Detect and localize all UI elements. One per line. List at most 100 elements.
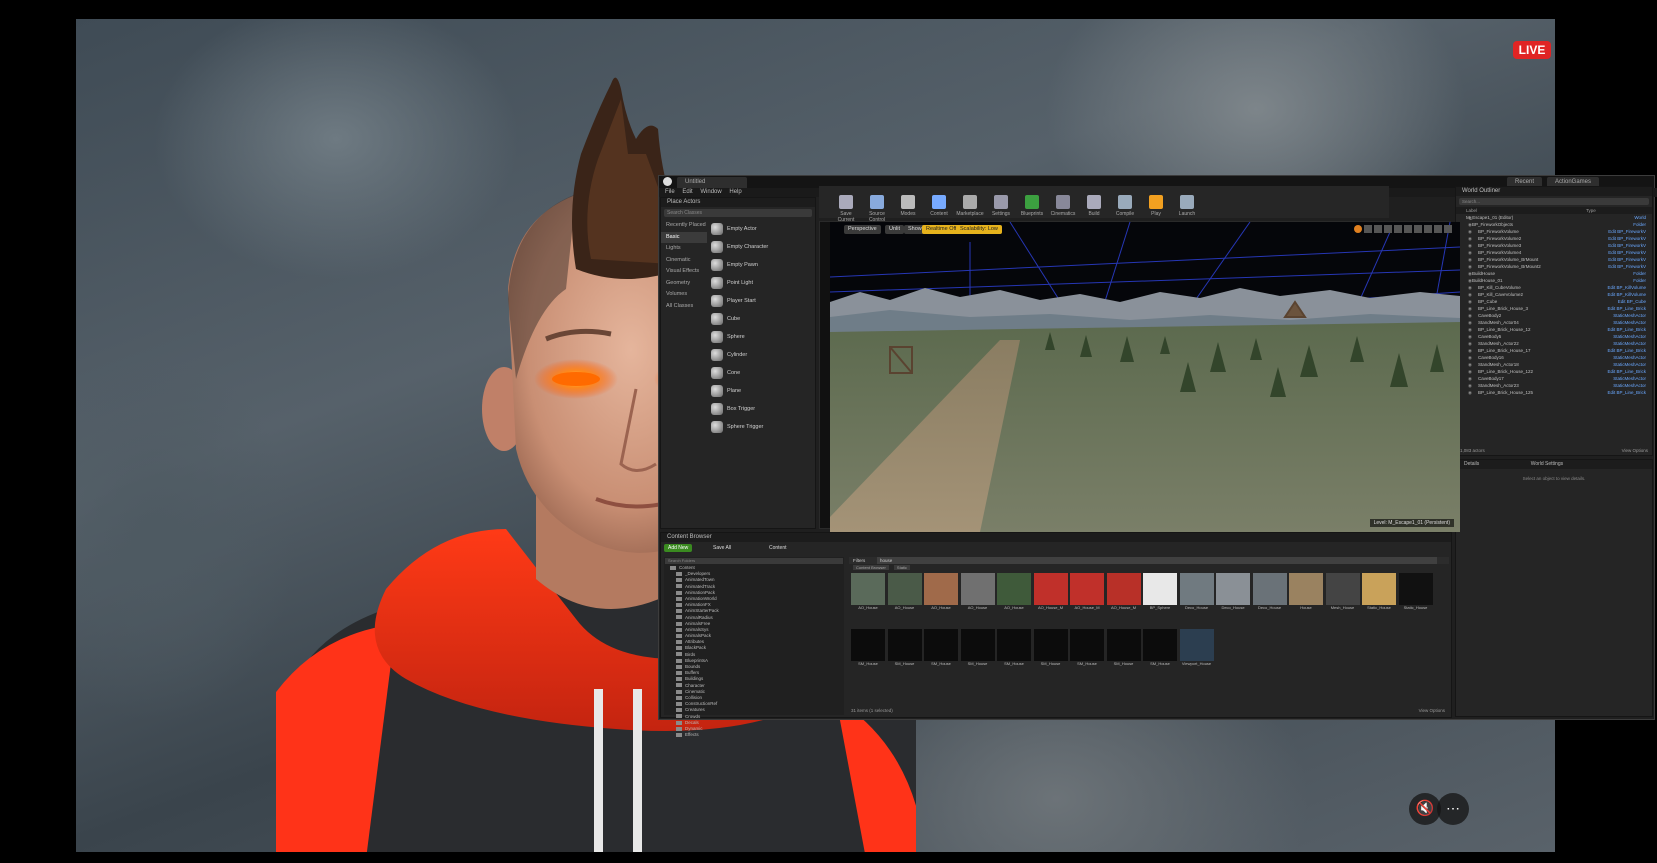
visibility-icon[interactable]: ◉ — [1468, 291, 1472, 298]
outliner-type[interactable]: StaticMeshActor — [1613, 333, 1646, 340]
outliner-row[interactable]: ◉ BP_Kill_CaveVolume2 Edit BP_KillVolume — [1466, 291, 1652, 298]
grid-snap-icon[interactable] — [1404, 225, 1412, 233]
actor-item[interactable]: Box Trigger — [709, 400, 815, 418]
menu-file[interactable]: File — [665, 188, 675, 197]
visibility-icon[interactable]: ◉ — [1468, 326, 1472, 333]
filter-chip[interactable]: Content Browser — [853, 565, 889, 570]
outliner-type[interactable]: Edit BP_Line_Brick — [1607, 305, 1646, 312]
level-tab[interactable]: Untitled — [677, 177, 747, 188]
outliner-type[interactable]: Edit BP_FireworkV — [1608, 263, 1646, 270]
asset-tile[interactable]: Mesh_House — [1325, 573, 1360, 621]
actor-item[interactable]: Empty Actor — [709, 220, 815, 238]
filter-chip[interactable]: Static — [893, 565, 910, 570]
visibility-icon[interactable]: ◉ — [1468, 242, 1472, 249]
actor-item[interactable]: Sphere — [709, 328, 815, 346]
outliner-row[interactable]: ◉ StandMesh_Actor18 StaticMeshActor — [1466, 361, 1652, 368]
toolbar-button[interactable]: Play — [1142, 195, 1170, 221]
outliner-row[interactable]: ◉ BP_Line_Brick_House_12 Edit BP_Line_Bric… — [1466, 326, 1652, 333]
category-cinematic[interactable]: Cinematic — [661, 255, 707, 267]
asset-tile[interactable]: AO_House — [887, 573, 922, 621]
visibility-icon[interactable]: ◉ — [1468, 249, 1472, 256]
outliner-row[interactable]: ◉ BP_FireworkVolume_BrMount Edit BP_Firewo… — [1466, 256, 1652, 263]
class-search-input[interactable]: Search Classes — [664, 209, 812, 217]
outliner-row[interactable]: ◉ StandMesh_Actor04 StaticMeshActor — [1466, 319, 1652, 326]
asset-tile[interactable]: SM_House — [1070, 629, 1104, 677]
actor-item[interactable]: Plane — [709, 382, 815, 400]
category-basic[interactable]: Basic — [661, 231, 707, 243]
outliner-row[interactable]: ◉ BP_FireworkVolume2 Edit BP_FireworkV — [1466, 235, 1652, 242]
tab-world-settings[interactable]: World Settings — [1481, 461, 1563, 467]
outliner-type[interactable]: Edit BP_Line_Brick — [1607, 326, 1646, 333]
visibility-icon[interactable]: ◉ — [1468, 382, 1472, 389]
scale-snap-icon[interactable] — [1424, 225, 1432, 233]
visibility-icon[interactable]: ◉ — [1468, 340, 1472, 347]
asset-tile[interactable]: AO_House — [997, 573, 1031, 621]
actor-item[interactable]: Sphere Trigger — [709, 418, 815, 436]
camera-speed-icon[interactable] — [1434, 225, 1442, 233]
outliner-row[interactable]: ◉ BP_Line_Brick_House_125 Edit BP_Line_Bri… — [1466, 389, 1652, 396]
outliner-row[interactable]: ◉ BP_FireworkVolume4 Edit BP_FireworkV — [1466, 249, 1652, 256]
outliner-row[interactable]: ◉ BP_FireworkVolume_BrMount2 Edit BP_Firew… — [1466, 263, 1652, 270]
path-breadcrumb[interactable]: Content — [769, 544, 787, 552]
rotate-icon[interactable] — [1374, 225, 1382, 233]
visibility-icon[interactable]: ◉ — [1468, 361, 1472, 368]
menu-edit[interactable]: Edit — [682, 188, 692, 197]
visibility-icon[interactable]: ◉ — [1468, 284, 1472, 291]
perspective-button[interactable]: Perspective — [844, 225, 881, 234]
outliner-type[interactable]: World — [1634, 214, 1646, 221]
outliner-row[interactable]: ◉ BP_FireworkVolume3 Edit BP_FireworkV — [1466, 242, 1652, 249]
outliner-row[interactable]: ◉ CaveBody5 StaticMeshActor — [1466, 333, 1652, 340]
outliner-type[interactable]: Edit BP_FireworkV — [1608, 249, 1646, 256]
outliner-type[interactable]: Folder — [1633, 277, 1646, 284]
outliner-row[interactable]: ◉ StandMesh_Actor23 StaticMeshActor — [1466, 382, 1652, 389]
outliner-type[interactable]: Edit BP_KillVolume — [1607, 291, 1646, 298]
category-volumes[interactable]: Volumes — [661, 289, 707, 301]
toolbar-button[interactable]: Content — [925, 195, 953, 221]
outliner-row[interactable]: ◉ BuildHouse Folder — [1466, 270, 1652, 277]
actor-item[interactable]: Point Light — [709, 274, 815, 292]
actor-item[interactable]: Empty Pawn — [709, 256, 815, 274]
outliner-row[interactable]: ◉ BP_FireworkObjects Folder — [1466, 221, 1652, 228]
outliner-row[interactable]: ◉ BP_FireworkVolume Edit BP_FireworkV — [1466, 228, 1652, 235]
toolbar-button[interactable]: Source Control — [863, 195, 891, 223]
outliner-type[interactable]: Edit BP_FireworkV — [1608, 228, 1646, 235]
asset-tile[interactable]: BP_Sphere — [1143, 573, 1177, 621]
outliner-type[interactable]: Edit BP_FireworkV — [1608, 242, 1646, 249]
category-vfx[interactable]: Visual Effects — [661, 266, 707, 278]
asset-tile[interactable]: SM_House — [851, 629, 885, 677]
toolbar-button[interactable]: Modes — [894, 195, 922, 221]
outliner-type[interactable]: StaticMeshActor — [1613, 354, 1646, 361]
toolbar-button[interactable]: Launch — [1173, 195, 1201, 221]
toolbar-button[interactable]: Blueprints — [1018, 195, 1046, 221]
more-icon[interactable]: ⋯ — [1437, 793, 1469, 825]
menu-window[interactable]: Window — [700, 188, 721, 197]
actor-item[interactable]: Cylinder — [709, 346, 815, 364]
visibility-icon[interactable]: ◉ — [1468, 256, 1472, 263]
outliner-type[interactable]: StaticMeshActor — [1613, 375, 1646, 382]
asset-search-input[interactable]: house — [877, 557, 1437, 564]
column-type[interactable]: Type — [1586, 207, 1596, 214]
asset-tile[interactable]: Static_House — [1362, 573, 1396, 621]
asset-tile[interactable]: AO_House — [924, 573, 958, 621]
visibility-icon[interactable]: ◉ — [1468, 312, 1472, 319]
visibility-icon[interactable]: ◉ — [1468, 270, 1472, 277]
add-new-button[interactable]: Add New — [664, 544, 693, 552]
outliner-type[interactable]: StaticMeshActor — [1613, 382, 1646, 389]
realtime-warning[interactable]: Realtime Off — [922, 225, 961, 234]
asset-tile[interactable]: Deco_House — [1179, 573, 1214, 621]
category-lights[interactable]: Lights — [661, 243, 707, 255]
outliner-row[interactable]: ◉ StandMesh_Actor22 StaticMeshActor — [1466, 340, 1652, 347]
outliner-type[interactable]: StaticMeshActor — [1613, 312, 1646, 319]
asset-tile[interactable]: SM_House — [887, 629, 922, 677]
outliner-row[interactable]: ◉ BP_Line_Brick_House_17 Edit BP_Line_Bric… — [1466, 347, 1652, 354]
asset-tile[interactable]: SM_House — [924, 629, 958, 677]
visibility-icon[interactable]: ◉ — [1468, 235, 1472, 242]
toolbar-button[interactable]: Cinematics — [1049, 195, 1077, 221]
world-local-icon[interactable] — [1394, 225, 1402, 233]
visibility-icon[interactable]: ◉ — [1468, 305, 1472, 312]
outliner-type[interactable]: StaticMeshActor — [1613, 319, 1646, 326]
category-recent[interactable]: Recently Placed — [661, 220, 707, 232]
outliner-type[interactable]: StaticMeshActor — [1613, 361, 1646, 368]
toolbar-button[interactable]: Marketplace — [956, 195, 984, 221]
maximize-icon[interactable] — [1444, 225, 1452, 233]
